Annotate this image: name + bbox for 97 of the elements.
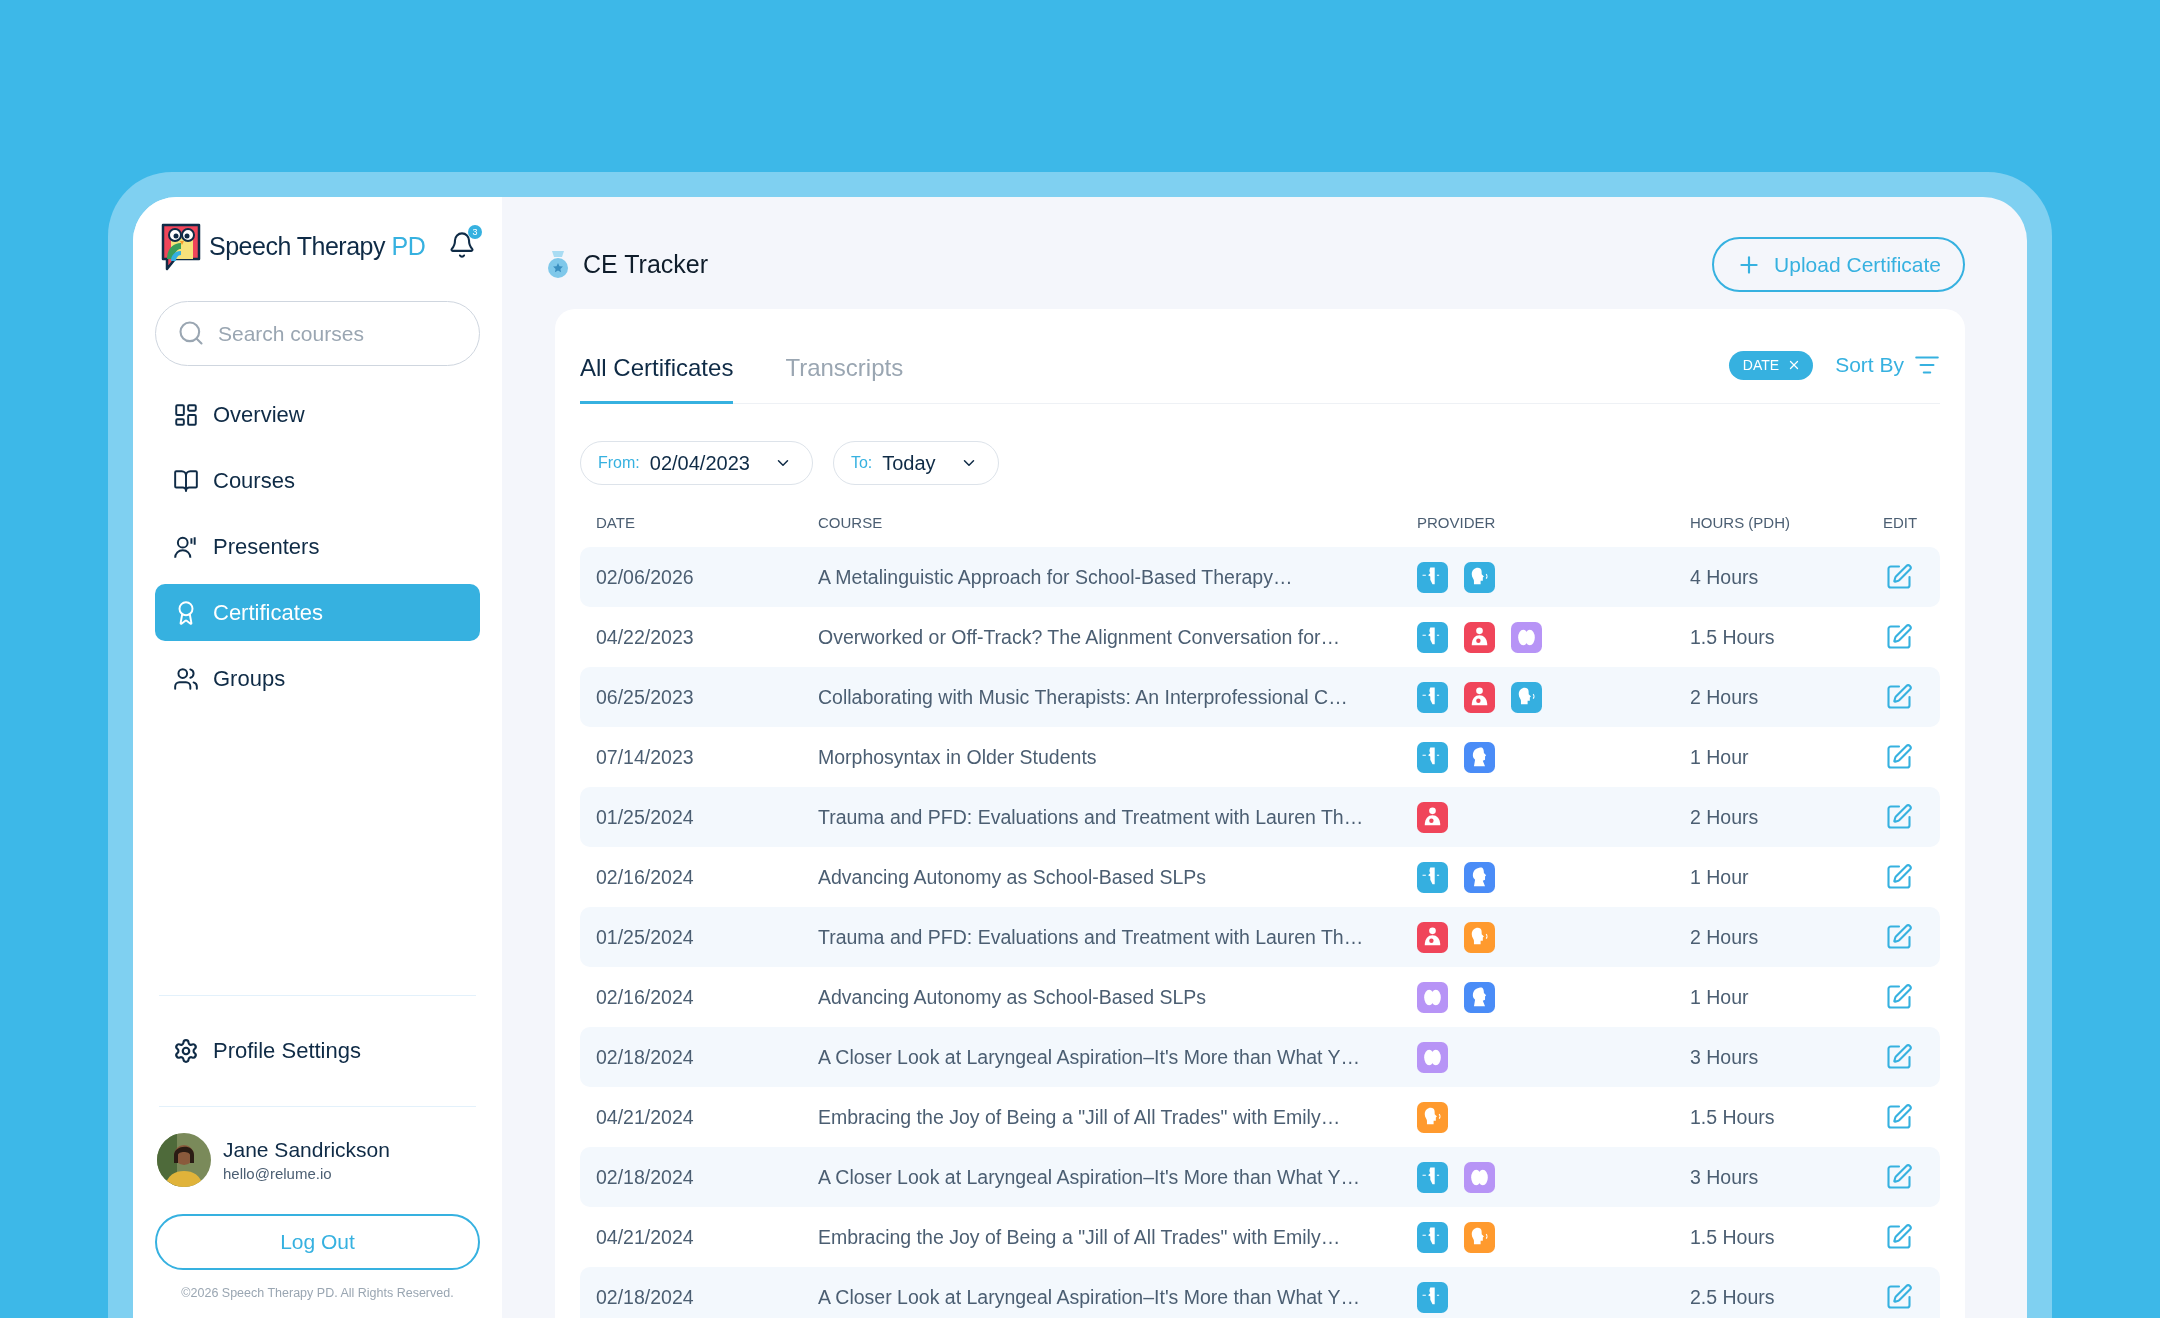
dashboard-icon [173,401,199,428]
course-cell: Trauma and PFD: Evaluations and Treatment with Lauren Th… [818,925,1364,949]
date-cell: 06/25/2023 [596,685,694,709]
date-cell: 02/18/2024 [596,1285,694,1309]
course-cell: Advancing Autonomy as School-Based SLPs [818,985,1207,1009]
edit-icon [1885,1103,1913,1131]
date-cell: 02/18/2024 [596,1045,694,1069]
profile-settings-link[interactable]: Profile Settings [155,996,480,1106]
edit-icon [1885,623,1913,651]
date-dropdown[interactable]: From: 02/04/2023 [580,441,813,485]
date-cell: 07/14/2023 [596,745,694,769]
nav-item[interactable]: Overview [155,386,480,443]
edit-icon [1885,863,1913,891]
hours-cell: 1 Hour [1690,985,1749,1009]
hours-cell: 1 Hour [1690,745,1749,769]
avatar [157,1133,211,1187]
nav-item[interactable]: Presenters [155,518,480,575]
hours-cell: 1 Hour [1690,865,1749,889]
edit-icon [1885,983,1913,1011]
page-title: CE Tracker [583,250,709,279]
course-cell: Morphosyntax in Older Students [818,745,1097,769]
column-header: DATE [596,513,635,531]
brain-icon [1464,1161,1495,1193]
nursing-icon [1464,681,1495,713]
course-cell: Embracing the Joy of Being a "Jill of All Trades" with Emily… [818,1225,1341,1249]
course-cell: Trauma and PFD: Evaluations and Treatment with Lauren Th… [818,805,1364,829]
edit-icon [1885,683,1913,711]
speaking-head-icon [1464,1221,1495,1253]
edit-icon [1885,803,1913,831]
book-icon [173,467,199,494]
hours-cell: 1.5 Hours [1690,625,1775,649]
copyright-text: ©2026 Speech Therapy PD. All Rights Reserved. [181,1286,454,1300]
column-header: COURSE [818,513,883,531]
course-cell: A Closer Look at Laryngeal Aspiration–It's More than What Y… [818,1165,1361,1189]
course-cell: A Metalinguistic Approach for School-Based Therapy… [818,565,1293,589]
course-cell: Advancing Autonomy as School-Based SLPs [818,865,1207,889]
hours-cell: 2 Hours [1690,805,1759,829]
speaking-head-icon [1464,921,1495,953]
nav-item[interactable]: Courses [155,452,480,509]
throat-icon [1464,861,1495,893]
speaking-head-icon [1511,681,1542,713]
column-header: HOURS (PDH) [1690,513,1790,531]
edit-icon [1885,563,1913,591]
edit-icon [1885,743,1913,771]
throat-icon [1464,741,1495,773]
user-email: hello@relume.io [223,1165,333,1182]
hours-cell: 2 Hours [1690,685,1759,709]
hours-cell: 2.5 Hours [1690,1285,1775,1309]
nursing-icon [1417,801,1448,833]
edit-icon [1885,1043,1913,1071]
brand-name: Speech Therapy PD [209,231,426,261]
bell-icon[interactable] [448,231,476,259]
date-cell: 02/06/2026 [596,565,694,589]
tab[interactable]: All Certificates [580,309,734,405]
course-cell: Collaborating with Music Therapists: An Interprofessional C… [818,685,1348,709]
hours-cell: 3 Hours [1690,1165,1759,1189]
nav-item[interactable]: Groups [155,650,480,707]
nursing-icon [1417,921,1448,953]
edit-icon [1885,1163,1913,1191]
date-cell: 01/25/2024 [596,805,694,829]
nursing-icon [1464,621,1495,653]
edit-icon [1885,1223,1913,1251]
hours-cell: 1.5 Hours [1690,1225,1775,1249]
throat-icon [1464,981,1495,1013]
date-cell: 02/18/2024 [596,1165,694,1189]
brain-icon [1417,981,1448,1013]
course-cell: A Closer Look at Laryngeal Aspiration–It's More than What Y… [818,1045,1361,1069]
course-cell: Embracing the Joy of Being a "Jill of All Trades" with Emily… [818,1105,1341,1129]
date-cell: 04/21/2024 [596,1225,694,1249]
column-header: EDIT [1883,513,1918,531]
brain-icon [1511,621,1542,653]
owl-logo-icon [159,221,203,271]
date-cell: 04/22/2023 [596,625,694,649]
hours-cell: 3 Hours [1690,1045,1759,1069]
settings-icon [173,1038,199,1064]
medal-icon [547,250,569,279]
date-cell: 04/21/2024 [596,1105,694,1129]
search-icon [177,319,205,347]
hours-cell: 2 Hours [1690,925,1759,949]
date-cell: 02/16/2024 [596,865,694,889]
course-cell: A Closer Look at Laryngeal Aspiration–It's More than What Y… [818,1285,1361,1309]
search-field[interactable]: Search courses [155,301,480,366]
brain-icon [1417,1041,1448,1073]
speaking-head-icon [1417,1101,1448,1133]
date-dropdown[interactable]: To: Today [832,441,999,485]
column-header: PROVIDER [1417,513,1496,531]
hours-cell: 4 Hours [1690,565,1759,589]
date-cell: 02/16/2024 [596,985,694,1009]
date-cell: 01/25/2024 [596,925,694,949]
notification-badge: 3 [468,225,482,239]
speaking-head-icon [1464,561,1495,593]
users-icon [173,665,199,692]
edit-icon [1885,1283,1913,1311]
hours-cell: 1.5 Hours [1690,1105,1775,1129]
course-cell: Overworked or Off-Track? The Alignment Conversation for… [818,625,1340,649]
edit-icon [1885,923,1913,951]
user-name: Jane Sandrickson [223,1138,390,1162]
